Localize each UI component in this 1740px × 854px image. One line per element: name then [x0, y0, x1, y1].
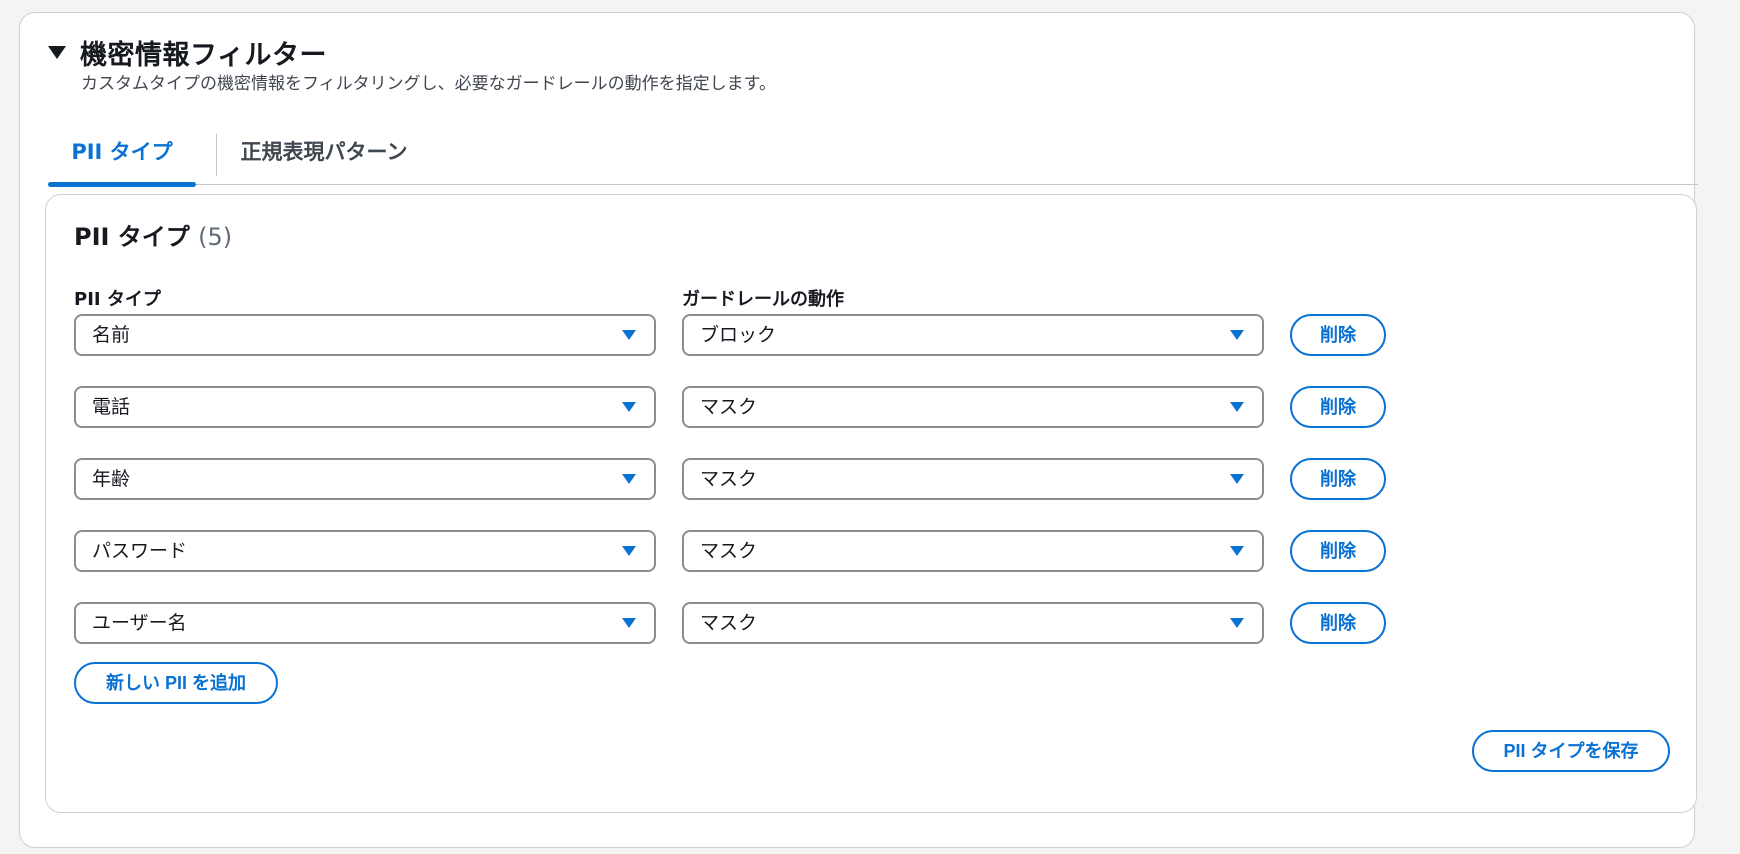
pii-type-select[interactable]: ユーザー名 [74, 602, 656, 644]
guardrail-action-select[interactable]: マスク [682, 602, 1264, 644]
pii-row: ユーザー名 マスク 削除 [74, 602, 1388, 644]
guardrail-action-value: マスク [700, 612, 758, 634]
delete-button[interactable]: 削除 [1290, 602, 1386, 644]
dropdown-arrow-icon [1230, 474, 1244, 484]
panel-count: (5) [198, 223, 233, 251]
section-title: 機密情報フィルター [80, 40, 327, 71]
dropdown-arrow-icon [622, 618, 636, 628]
section-header[interactable]: 機密情報フィルター [48, 33, 327, 72]
tab-regex-patterns[interactable]: 正規表現パターン [225, 119, 423, 185]
tab-divider [216, 134, 217, 176]
add-pii-button[interactable]: 新しい PII を追加 [74, 662, 278, 704]
pii-type-select[interactable]: 電話 [74, 386, 656, 428]
dropdown-arrow-icon [622, 474, 636, 484]
pii-type-value: 年齢 [92, 468, 131, 490]
pii-types-panel: PII タイプ (5) PII タイプ ガードレールの動作 名前 ブロック 削除… [45, 194, 1697, 813]
dropdown-arrow-icon [622, 546, 636, 556]
tab-pii-types[interactable]: PII タイプ [48, 119, 196, 187]
section-description: カスタムタイプの機密情報をフィルタリングし、必要なガードレールの動作を指定します… [81, 74, 776, 94]
dropdown-arrow-icon [1230, 330, 1244, 340]
delete-button[interactable]: 削除 [1290, 530, 1386, 572]
panel-title-text: PII タイプ [74, 223, 190, 251]
delete-button[interactable]: 削除 [1290, 458, 1386, 500]
guardrail-action-value: マスク [700, 540, 758, 562]
guardrail-action-select[interactable]: ブロック [682, 314, 1264, 356]
pii-type-value: パスワード [92, 540, 188, 562]
pii-row: パスワード マスク 削除 [74, 530, 1388, 572]
dropdown-arrow-icon [622, 402, 636, 412]
pii-type-value: ユーザー名 [92, 612, 187, 634]
sensitive-info-filter-card: 機密情報フィルター カスタムタイプの機密情報をフィルタリングし、必要なガードレー… [19, 12, 1698, 848]
guardrail-action-select[interactable]: マスク [682, 530, 1264, 572]
pii-type-select[interactable]: 年齢 [74, 458, 656, 500]
dropdown-arrow-icon [1230, 402, 1244, 412]
guardrail-action-value: マスク [700, 396, 758, 418]
dropdown-arrow-icon [622, 330, 636, 340]
column-label-guardrail-action: ガードレールの動作 [682, 289, 844, 310]
delete-button[interactable]: 削除 [1290, 314, 1386, 356]
column-label-pii-type: PII タイプ [74, 289, 161, 310]
pii-row: 電話 マスク 削除 [74, 386, 1388, 428]
pii-type-select[interactable]: 名前 [74, 314, 656, 356]
pii-type-value: 電話 [92, 396, 131, 418]
guardrail-action-value: ブロック [700, 324, 777, 346]
guardrail-action-select[interactable]: マスク [682, 386, 1264, 428]
panel-title: PII タイプ (5) [74, 217, 232, 252]
pii-type-select[interactable]: パスワード [74, 530, 656, 572]
guardrail-action-value: マスク [700, 468, 758, 490]
save-pii-types-button[interactable]: PII タイプを保存 [1472, 730, 1670, 772]
tab-bar: PII タイプ 正規表現パターン [48, 119, 1698, 187]
pii-type-value: 名前 [92, 324, 131, 346]
delete-button[interactable]: 削除 [1290, 386, 1386, 428]
caret-down-icon[interactable] [48, 46, 66, 59]
guardrail-action-select[interactable]: マスク [682, 458, 1264, 500]
dropdown-arrow-icon [1230, 546, 1244, 556]
pii-row: 年齢 マスク 削除 [74, 458, 1388, 500]
dropdown-arrow-icon [1230, 618, 1244, 628]
pii-row: 名前 ブロック 削除 [74, 314, 1388, 356]
